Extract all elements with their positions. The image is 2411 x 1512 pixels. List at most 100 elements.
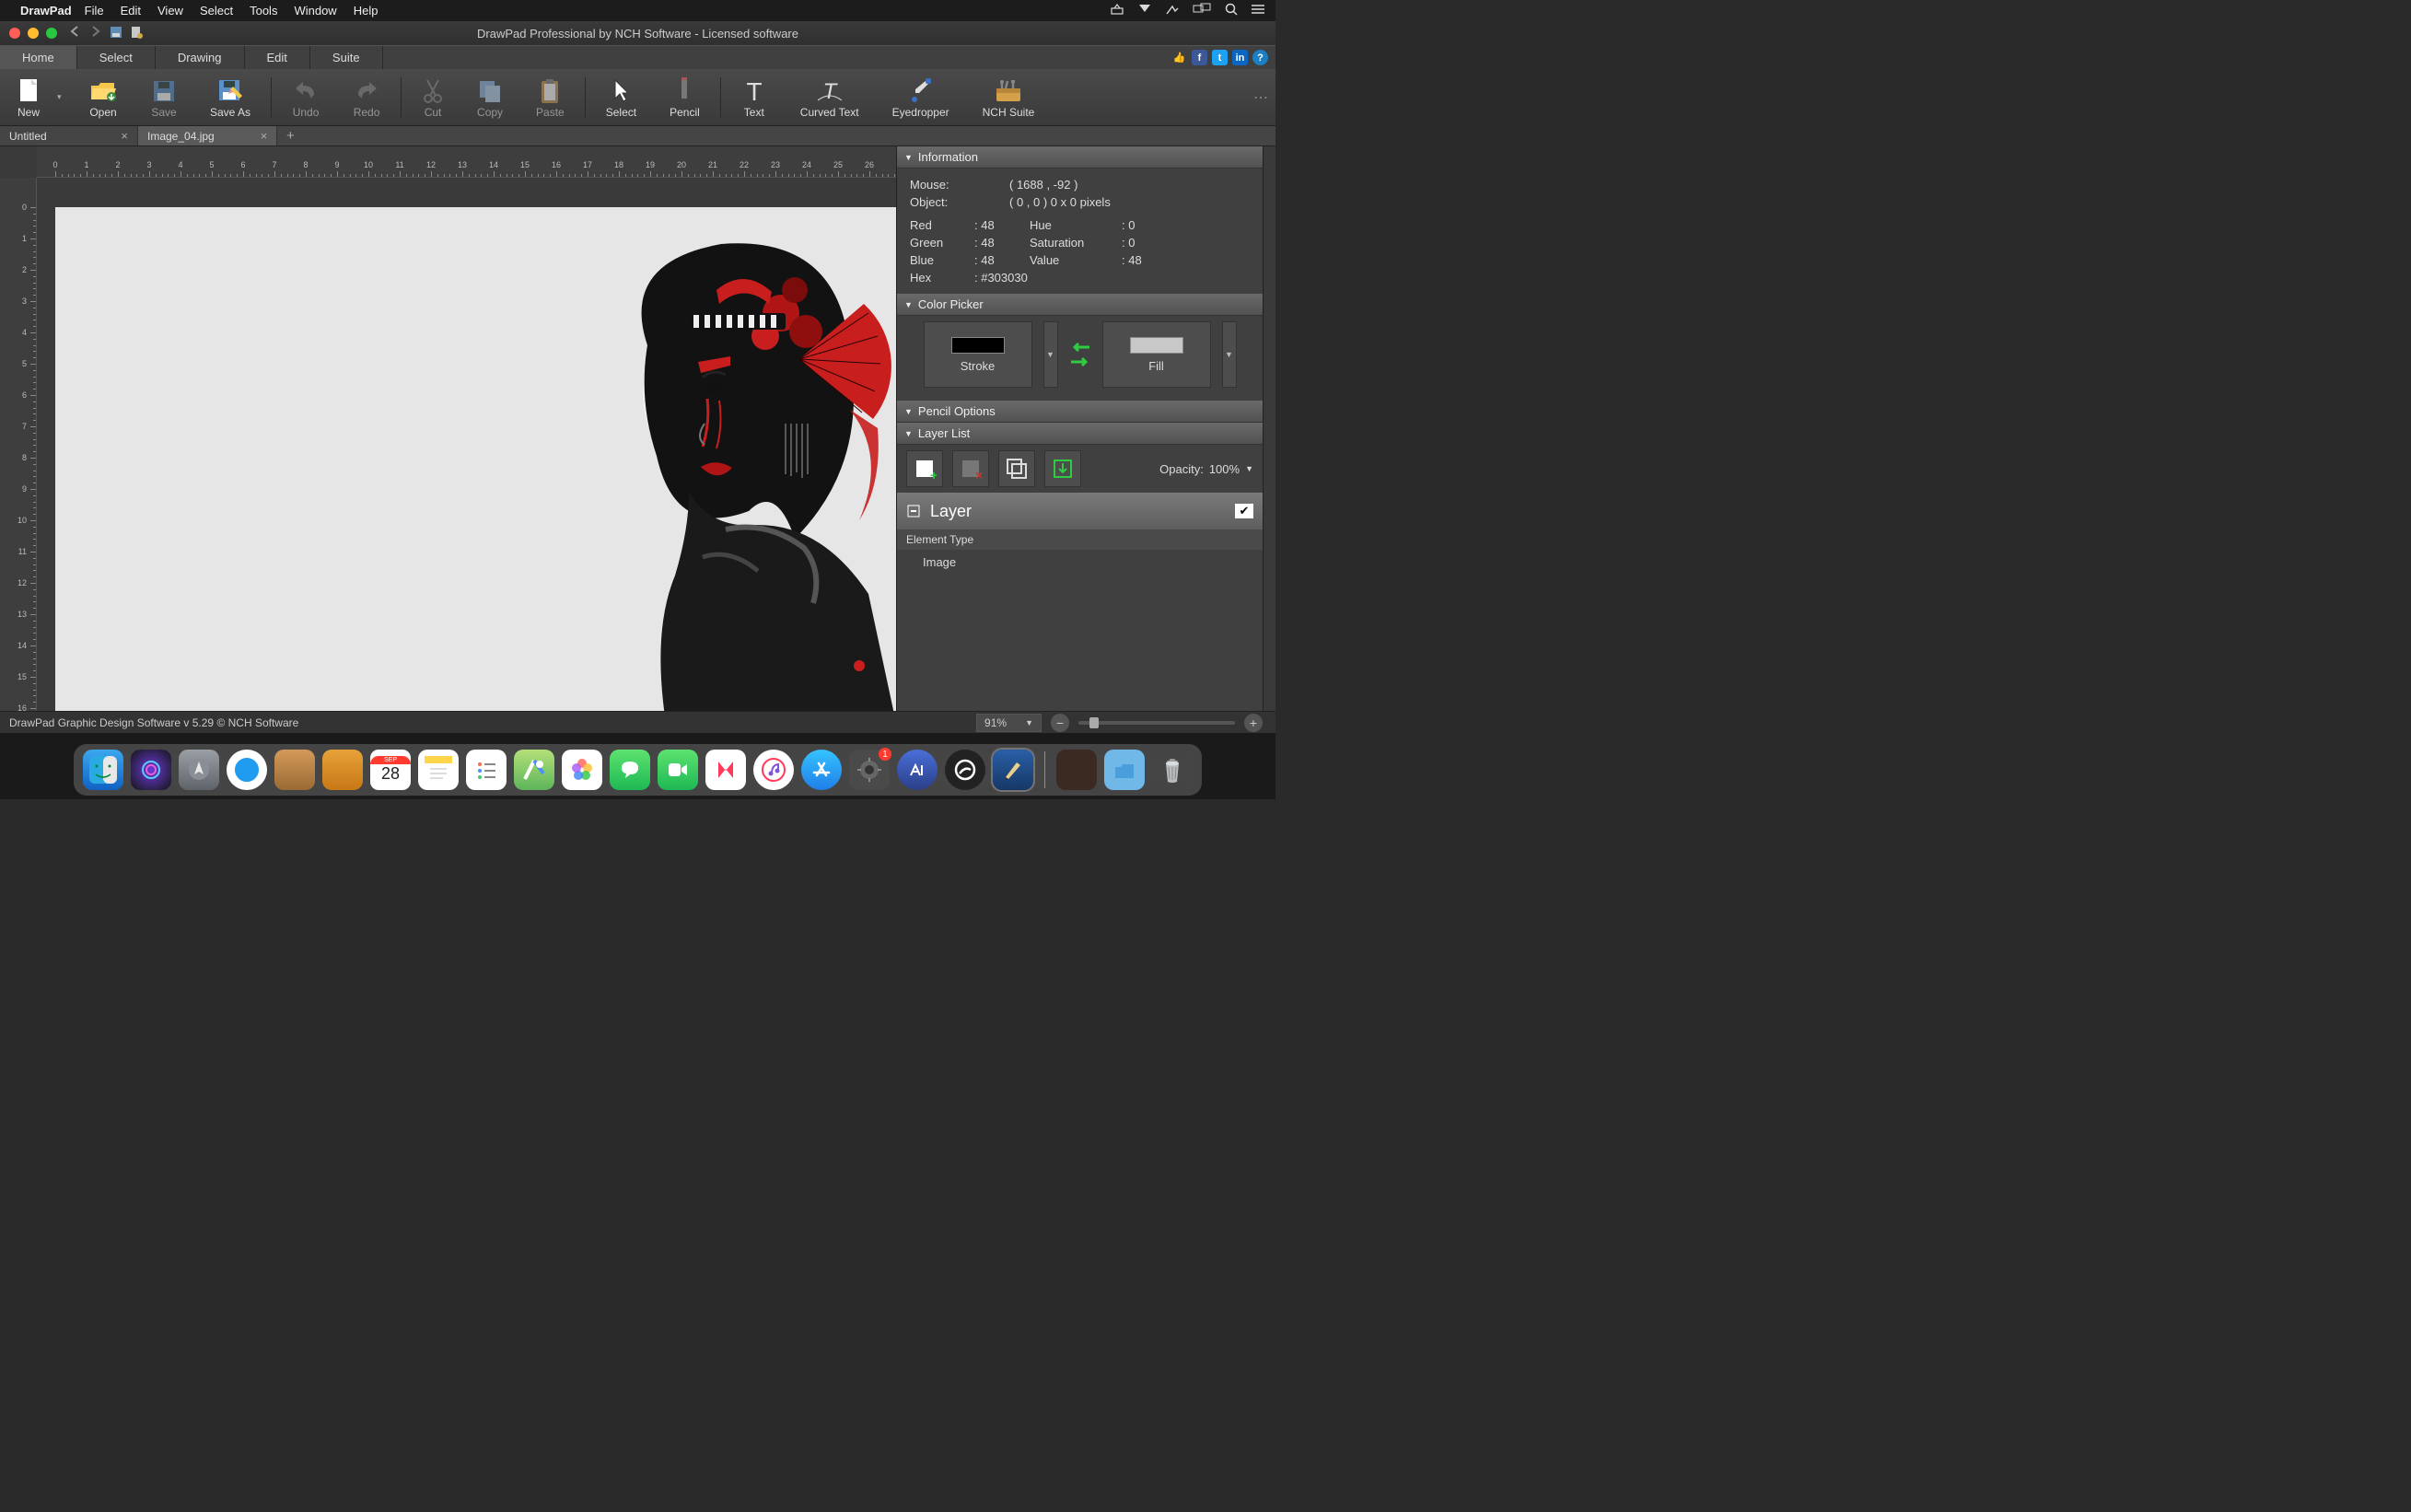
appstore-icon[interactable] (801, 750, 842, 790)
panel-colorpicker-header[interactable]: ▼Color Picker (897, 294, 1263, 316)
menu-tools[interactable]: Tools (250, 4, 277, 17)
new-button[interactable]: New (0, 69, 57, 125)
menu-list-icon[interactable] (1252, 3, 1266, 18)
ribbon-tab-suite[interactable]: Suite (310, 46, 383, 69)
calendar-icon[interactable]: SEP 28 (370, 750, 411, 790)
toolbar-label: Pencil (670, 106, 700, 119)
status-icon-1[interactable] (1110, 3, 1124, 18)
zoom-out-button[interactable]: − (1051, 714, 1069, 732)
maps-icon[interactable] (514, 750, 554, 790)
zoom-in-button[interactable]: + (1244, 714, 1263, 732)
facebook-icon[interactable]: f (1192, 50, 1207, 65)
collapse-icon[interactable] (906, 504, 921, 518)
hue-label: Hue (1030, 218, 1122, 232)
launchpad-icon[interactable] (179, 750, 219, 790)
layer-row[interactable]: Layer ✔ (897, 493, 1263, 529)
fill-swatch[interactable]: Fill (1102, 321, 1211, 388)
panel-scrollbar[interactable] (1263, 146, 1275, 711)
siri-icon[interactable] (131, 750, 171, 790)
doc-tab-untitled[interactable]: Untitled × (0, 126, 138, 145)
text-button[interactable]: TText (725, 69, 784, 125)
safari-icon[interactable] (227, 750, 267, 790)
menu-help[interactable]: Help (354, 4, 379, 17)
cut-button[interactable]: Cut (405, 69, 460, 125)
notification-icon[interactable] (1137, 3, 1152, 18)
reminders-icon[interactable] (466, 750, 507, 790)
delete-layer-button[interactable]: × (952, 450, 989, 487)
redo-button[interactable]: Redo (336, 69, 397, 125)
pencil-button[interactable]: Pencil (653, 69, 716, 125)
open-button[interactable]: Open (72, 69, 134, 125)
paste-button[interactable]: Paste (519, 69, 581, 125)
stroke-color-swatch[interactable] (951, 337, 1005, 354)
canvas-viewport[interactable] (37, 178, 896, 711)
finder-icon[interactable] (83, 750, 123, 790)
stroke-swatch[interactable]: Stroke (924, 321, 1032, 388)
saveas-button[interactable]: Save As (193, 69, 267, 125)
trash-icon[interactable] (1152, 750, 1193, 790)
app-icon-1[interactable] (274, 750, 315, 790)
doc-tab-image04[interactable]: Image_04.jpg × (138, 126, 277, 145)
undo-button[interactable]: Undo (275, 69, 336, 125)
menu-file[interactable]: File (85, 4, 104, 17)
toolbar-overflow[interactable]: ⋯ (1246, 88, 1275, 107)
eyedropper-button[interactable]: Eyedropper (876, 69, 966, 125)
app-icon-4[interactable] (945, 750, 985, 790)
add-tab-button[interactable]: + (277, 126, 303, 145)
fill-dropdown[interactable]: ▼ (1222, 321, 1237, 388)
menu-window[interactable]: Window (294, 4, 336, 17)
dock-thumbnail[interactable] (1056, 750, 1097, 790)
menu-select[interactable]: Select (200, 4, 233, 17)
panel-information-header[interactable]: ▼Information (897, 146, 1263, 169)
notes-icon[interactable] (418, 750, 459, 790)
music-icon[interactable] (753, 750, 794, 790)
nchsuite-button[interactable]: NCH Suite (966, 69, 1052, 125)
facetime-icon[interactable] (658, 750, 698, 790)
close-tab-icon[interactable]: × (261, 129, 268, 143)
layer-visible-checkbox[interactable]: ✔ (1235, 504, 1253, 518)
app-icon-3[interactable] (897, 750, 938, 790)
app-icon-2[interactable] (322, 750, 363, 790)
settings-icon[interactable]: 1 (849, 750, 890, 790)
linkedin-icon[interactable]: in (1232, 50, 1248, 65)
save-button[interactable]: Save (134, 69, 193, 125)
status-icon-3[interactable] (1165, 3, 1180, 18)
ribbon-tab-edit[interactable]: Edit (245, 46, 310, 69)
zoom-select[interactable]: 91%▼ (976, 714, 1042, 732)
element-item[interactable]: Image (897, 550, 1263, 575)
opacity-value[interactable]: 100% (1209, 462, 1240, 476)
curvedtext-button[interactable]: TCurved Text (784, 69, 876, 125)
zoom-slider[interactable] (1078, 721, 1235, 725)
drawpad-dock-icon[interactable] (993, 750, 1033, 790)
displays-icon[interactable] (1193, 3, 1211, 18)
select-button[interactable]: Select (589, 69, 653, 125)
swap-colors-button[interactable] (1069, 341, 1091, 368)
ribbon-tab-select[interactable]: Select (77, 46, 156, 69)
artboard[interactable] (55, 207, 896, 711)
like-icon[interactable]: 👍 (1171, 50, 1187, 65)
stroke-dropdown[interactable]: ▼ (1043, 321, 1058, 388)
ribbon-tab-home[interactable]: Home (0, 46, 77, 69)
add-layer-button[interactable]: + (906, 450, 943, 487)
help-icon[interactable]: ? (1252, 50, 1268, 65)
menu-view[interactable]: View (157, 4, 183, 17)
menu-edit[interactable]: Edit (121, 4, 141, 17)
messages-icon[interactable] (610, 750, 650, 790)
duplicate-layer-button[interactable] (998, 450, 1035, 487)
close-tab-icon[interactable]: × (121, 129, 128, 143)
object-value: ( 0 , 0 ) 0 x 0 pixels (1009, 195, 1111, 209)
new-dropdown[interactable]: ▾ (57, 92, 66, 102)
spotlight-icon[interactable] (1224, 2, 1239, 19)
merge-down-button[interactable] (1044, 450, 1081, 487)
app-name[interactable]: DrawPad (20, 4, 72, 17)
panel-pencil-header[interactable]: ▼Pencil Options (897, 401, 1263, 423)
panel-layerlist-header[interactable]: ▼Layer List (897, 423, 1263, 445)
news-icon[interactable] (705, 750, 746, 790)
twitter-icon[interactable]: t (1212, 50, 1228, 65)
downloads-icon[interactable] (1104, 750, 1145, 790)
ribbon-tab-drawing[interactable]: Drawing (156, 46, 245, 69)
photos-icon[interactable] (562, 750, 602, 790)
copy-button[interactable]: Copy (460, 69, 519, 125)
opacity-dropdown-icon[interactable]: ▼ (1245, 464, 1253, 473)
fill-color-swatch[interactable] (1130, 337, 1183, 354)
